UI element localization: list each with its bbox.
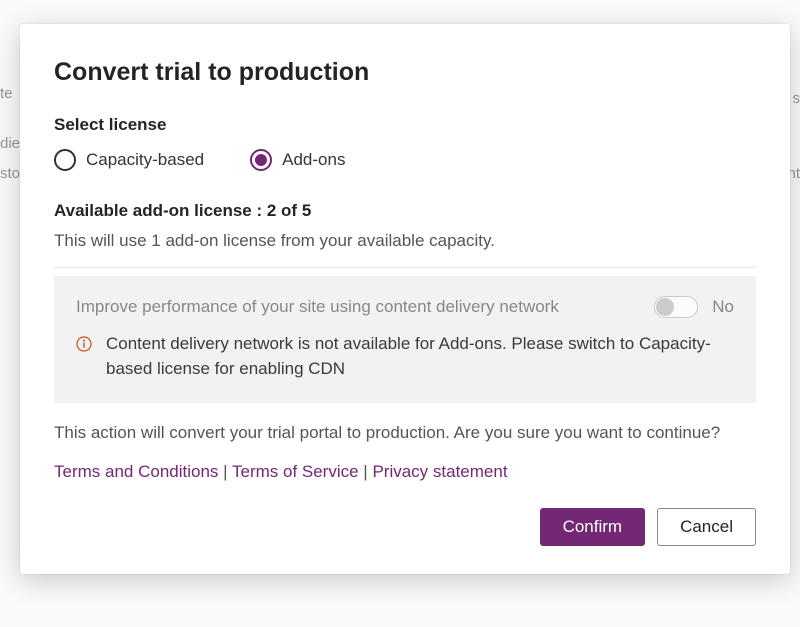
divider [54,267,756,268]
cdn-header-row: Improve performance of your site using c… [76,296,734,318]
radio-circle-selected-icon [250,149,272,171]
link-separator: | [359,462,373,481]
select-license-label: Select license [54,115,756,135]
cdn-info-box: Improve performance of your site using c… [54,276,756,403]
radio-circle-icon [54,149,76,171]
cdn-toggle[interactable] [654,296,698,318]
radio-label: Add-ons [282,150,345,170]
available-license-label: Available add-on license : 2 of 5 [54,201,756,221]
toggle-knob-icon [656,298,674,316]
terms-of-service-link[interactable]: Terms of Service [232,462,359,481]
confirm-button[interactable]: Confirm [540,508,646,546]
radio-capacity-based[interactable]: Capacity-based [54,149,204,171]
convert-trial-modal: Convert trial to production Select licen… [20,24,790,574]
privacy-statement-link[interactable]: Privacy statement [372,462,507,481]
dialog-buttons: Confirm Cancel [54,508,756,546]
bg-fragment: sto [0,165,20,182]
modal-title: Convert trial to production [54,58,756,87]
cancel-button[interactable]: Cancel [657,508,756,546]
radio-label: Capacity-based [86,150,204,170]
radio-dot-icon [255,154,267,166]
info-icon [76,336,92,352]
cdn-message: Content delivery network is not availabl… [106,332,734,381]
legal-links: Terms and Conditions | Terms of Service … [54,462,756,482]
cdn-toggle-label: No [712,297,734,317]
bg-fragment: die [0,135,20,152]
license-radio-group: Capacity-based Add-ons [54,149,756,171]
license-helper-text: This will use 1 add-on license from your… [54,231,756,251]
cdn-toggle-group: No [654,296,734,318]
bg-fragment: te [0,85,13,102]
terms-and-conditions-link[interactable]: Terms and Conditions [54,462,218,481]
radio-addons[interactable]: Add-ons [250,149,345,171]
cdn-title: Improve performance of your site using c… [76,297,638,317]
confirm-question: This action will convert your trial port… [54,421,756,446]
cdn-message-row: Content delivery network is not availabl… [76,332,734,381]
link-separator: | [218,462,232,481]
